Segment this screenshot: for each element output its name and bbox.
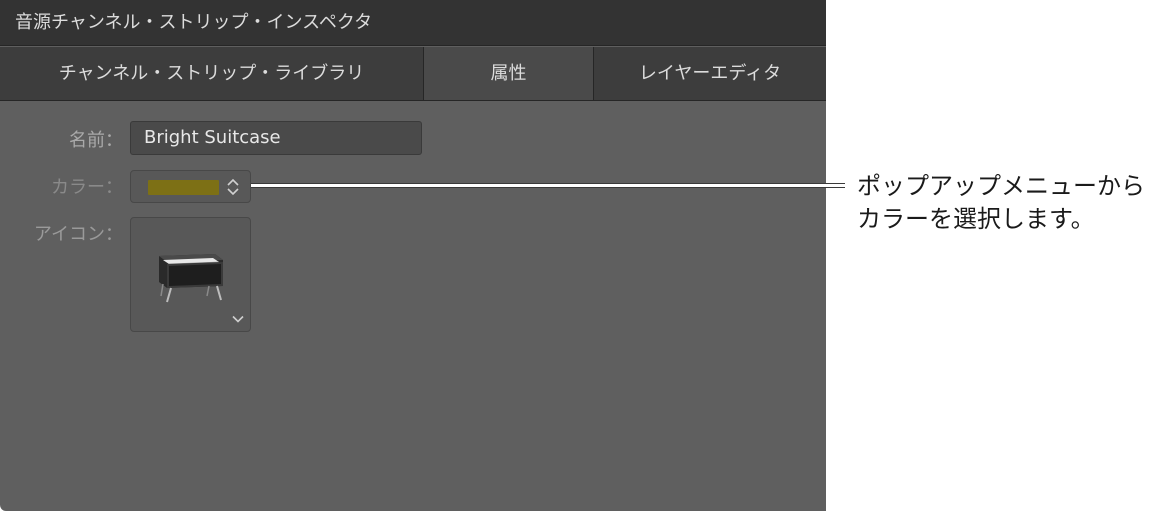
callout-text: ポップアップメニューから カラーを選択します。 bbox=[857, 170, 1145, 236]
tab-attributes[interactable]: 属性 bbox=[424, 47, 594, 100]
inspector-panel: 音源チャンネル・ストリップ・インスペクタ チャンネル・ストリップ・ライブラリ 属… bbox=[0, 0, 826, 511]
chevron-down-icon bbox=[232, 315, 244, 323]
up-down-chevron-icon bbox=[227, 178, 239, 196]
electric-piano-icon bbox=[159, 254, 223, 303]
callout-line bbox=[251, 183, 845, 188]
callout-line-1: ポップアップメニューから bbox=[857, 172, 1145, 200]
name-field[interactable]: Bright Suitcase bbox=[130, 121, 422, 155]
tab-channel-strip-library[interactable]: チャンネル・ストリップ・ライブラリ bbox=[0, 47, 424, 100]
color-label: カラー： bbox=[51, 177, 123, 198]
inspector-title: 音源チャンネル・ストリップ・インスペクタ bbox=[0, 0, 826, 46]
tab-bar: チャンネル・ストリップ・ライブラリ 属性 レイヤーエディタ bbox=[0, 47, 826, 101]
icon-popup-button[interactable] bbox=[130, 217, 251, 332]
callout-line-2: カラーを選択します。 bbox=[857, 205, 1095, 233]
tab-layer-editor[interactable]: レイヤーエディタ bbox=[594, 47, 826, 100]
color-popup-button[interactable] bbox=[130, 170, 251, 203]
icon-label: アイコン： bbox=[33, 224, 123, 245]
name-label: 名前： bbox=[69, 130, 123, 151]
color-swatch bbox=[148, 180, 219, 195]
